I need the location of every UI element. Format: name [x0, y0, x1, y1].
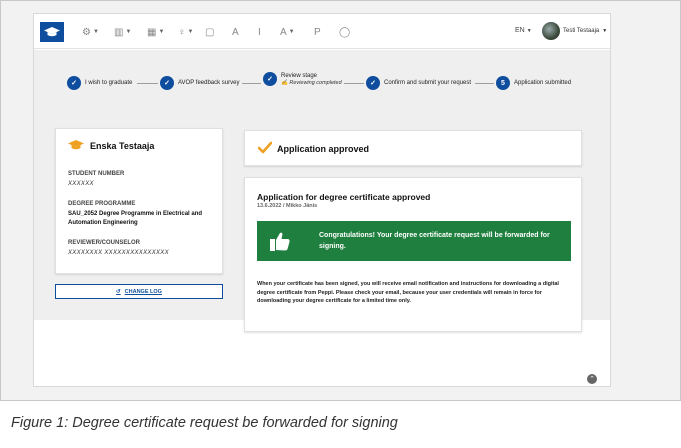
chevron-down-icon: ▼ [288, 29, 295, 35]
check-icon: ✓ [67, 76, 81, 90]
chevron-down-icon: ▼ [125, 29, 132, 35]
step-4[interactable]: ✓ Confirm and submit your request [366, 76, 471, 90]
chart-menu[interactable]: ▥ ▼ [114, 25, 131, 39]
step-5[interactable]: 5 Application submitted [496, 76, 571, 90]
letter-i-icon: I [258, 26, 261, 38]
check-icon: ✓ [160, 76, 174, 90]
letter-p-icon: P [314, 26, 321, 38]
step-connector [344, 83, 364, 84]
compass-menu[interactable]: ⚙ ▼ [82, 25, 99, 39]
chevron-down-icon: ▼ [187, 29, 194, 35]
step-1[interactable]: ✓ I wish to graduate [67, 76, 132, 90]
chevron-down-icon: ▼ [158, 29, 165, 35]
chevron-up-icon: ⌃ [589, 376, 595, 383]
peppi-logo[interactable] [40, 22, 64, 42]
step-label: I wish to graduate [85, 80, 133, 86]
thumbs-up-icon [270, 232, 290, 251]
step-connector [475, 83, 494, 84]
user-menu[interactable]: Testi Testaaja ▼ [542, 22, 607, 40]
calendar-icon: ▦ [147, 26, 157, 38]
graduation-cap-icon [44, 27, 60, 37]
student-number-label: STUDENT NUMBER [68, 171, 125, 177]
student-name: Enska Testaaja [68, 140, 154, 151]
language-label: EN [515, 27, 525, 34]
student-number-value: XXXXXX [68, 181, 94, 187]
step-number: 5 [496, 76, 510, 90]
step-connector [137, 83, 158, 84]
approval-status-card: Application approved [244, 130, 582, 166]
graduation-cap-icon [68, 140, 84, 150]
language-selector[interactable]: EN ▼ [515, 27, 532, 34]
step-2[interactable]: ✓ AVOP feedback survey [160, 76, 239, 90]
avatar [542, 22, 560, 40]
step-label: Confirm and submit your request [384, 80, 472, 86]
change-log-button[interactable]: ↺ CHANGE LOG [55, 284, 223, 299]
letter-a2-icon: A [280, 26, 287, 38]
user-name: Testi Testaaja [563, 28, 600, 34]
progress-steps: ✓ I wish to graduate ✓ AVOP feedback sur… [34, 50, 610, 98]
main-content: ✓ I wish to graduate ✓ AVOP feedback sur… [34, 50, 610, 332]
bulb-icon: ♀ [178, 26, 186, 38]
chart-icon: ▥ [114, 26, 124, 38]
step-label: Application submitted [514, 80, 572, 86]
compass-icon: ⚙ [82, 26, 91, 38]
application-meta: 13.6.2022 / Mikko Jänis [257, 203, 318, 209]
step-connector [242, 83, 261, 84]
chevron-down-icon: ▼ [92, 29, 99, 35]
degree-label: DEGREE PROGRAMME [68, 201, 136, 207]
bulb-menu[interactable]: ♀ ▼ [178, 25, 193, 39]
approval-status-title: Application approved [277, 144, 370, 154]
step-sublabel-text: Reviewing completed [289, 79, 342, 86]
application-body: When your certificate has been signed, y… [257, 281, 559, 304]
step-sublabel: ✍ Reviewing completed [281, 80, 342, 86]
scroll-to-top-button[interactable]: ⌃ [587, 374, 597, 384]
letter-a-icon: A [232, 26, 239, 38]
caption-text: Figure 1: Degree certificate request be … [11, 415, 398, 431]
check-icon: ✓ [366, 76, 380, 90]
checkmark-icon [258, 141, 272, 154]
thumbs-up-icon: ✍ [281, 79, 288, 86]
degree-value: SAU_2052 Degree Programme in Electrical … [68, 211, 203, 226]
top-navbar: ⚙ ▼ ▥ ▼ ▦ ▼ ♀ ▼ ▢ A I A ▼ P ◯ EN ▼ Testi… [34, 14, 610, 49]
app-screen: ⚙ ▼ ▥ ▼ ▦ ▼ ♀ ▼ ▢ A I A ▼ P ◯ EN ▼ Testi… [33, 13, 611, 387]
letter-a2-menu[interactable]: A ▼ [280, 25, 295, 39]
figure-caption: Figure 1: Degree certificate request be … [0, 400, 681, 448]
calendar-menu[interactable]: ▦ ▼ [147, 25, 164, 39]
history-icon: ↺ [116, 288, 121, 295]
chevron-down-icon: ▼ [526, 28, 532, 34]
step-3[interactable]: ✓ Review stage ✍ Reviewing completed [263, 72, 342, 86]
letter-i-nav[interactable]: I [258, 25, 261, 39]
application-card: Application for degree certificate appro… [244, 177, 582, 332]
chevron-down-icon: ▼ [602, 28, 608, 34]
reviewer-label: REVIEWER/COUNSELOR [68, 240, 141, 246]
congratulations-text: Congratulations! Your degree certificate… [319, 232, 550, 250]
student-name-text: Enska Testaaja [90, 140, 155, 151]
letter-p-nav[interactable]: P [314, 25, 321, 39]
chat-nav[interactable]: ◯ [339, 25, 350, 39]
letter-a-nav[interactable]: A [232, 25, 239, 39]
chat-icon: ◯ [339, 26, 351, 38]
change-log-label: CHANGE LOG [124, 288, 162, 295]
document-icon: ▢ [205, 26, 215, 38]
congratulations-banner: Congratulations! Your degree certificate… [257, 221, 571, 261]
student-card: Enska Testaaja STUDENT NUMBER XXXXXX DEG… [55, 128, 223, 274]
step-label: Review stage [281, 72, 318, 79]
application-title: Application for degree certificate appro… [257, 192, 431, 202]
reviewer-value: XXXXXXXX XXXXXXXXXXXXXXX [68, 250, 169, 256]
check-icon: ✓ [263, 72, 277, 86]
document-nav[interactable]: ▢ [205, 25, 214, 39]
step-label: AVOP feedback survey [178, 80, 240, 86]
